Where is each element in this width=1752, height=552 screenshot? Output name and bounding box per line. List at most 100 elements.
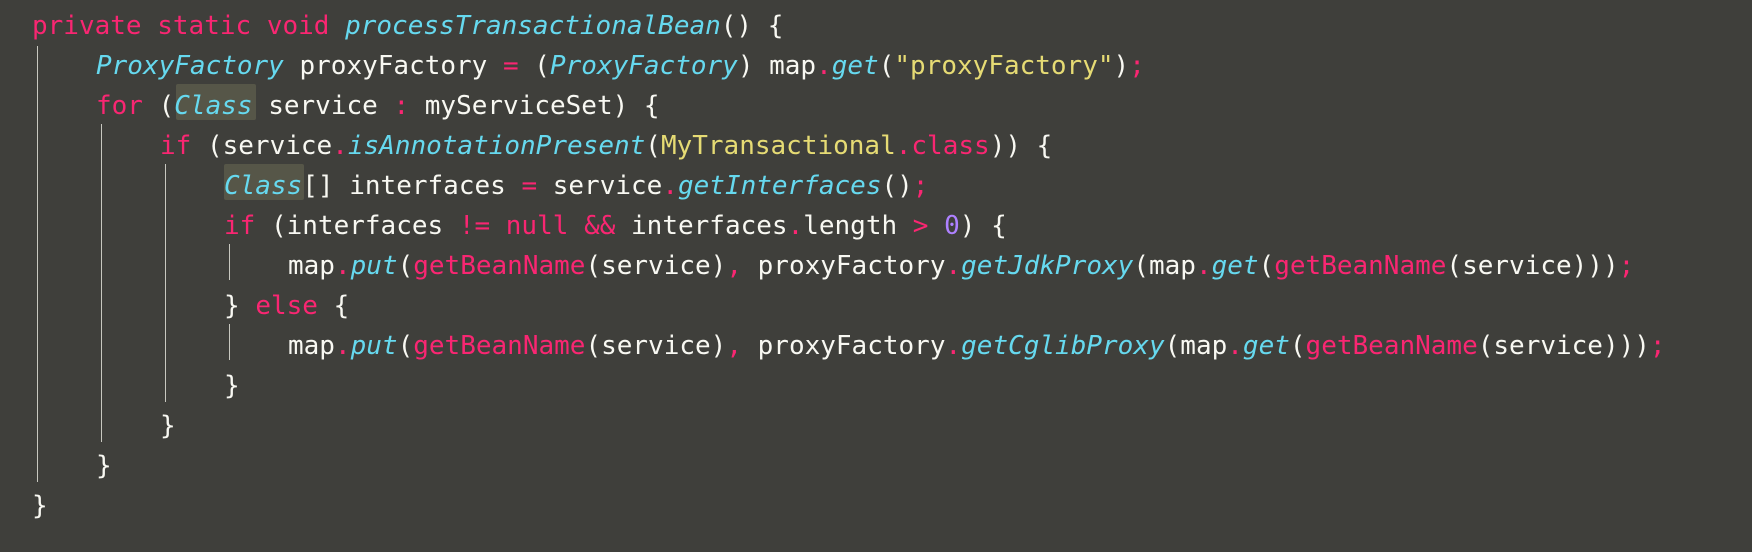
code-token: ) map [737,51,817,81]
code-token: = [521,171,538,201]
code-token: put [350,331,398,361]
code-token: (map [1164,331,1228,361]
indent-guide-level-2 [101,124,102,442]
code-line[interactable]: if (interfaces != null && interfaces.len… [224,206,1007,246]
code-token: ProxyFactory [549,51,738,81]
code-token: ( [645,131,661,161]
code-token: proxyFactory [283,51,503,81]
code-token: () [881,171,913,201]
code-token: class [911,131,990,161]
code-token: } [224,371,240,401]
code-token: { [317,291,350,321]
code-token: . [787,211,804,241]
code-line[interactable]: ProxyFactory proxyFactory = (ProxyFactor… [96,46,1145,86]
code-token: ( [397,251,414,281]
code-token: ( [518,51,550,81]
code-token: ( [1258,251,1275,281]
code-token: , [726,331,742,361]
code-token: . [332,131,348,161]
code-token: . [1227,331,1243,361]
code-token: ; [1129,51,1145,81]
code-token: (service) [585,331,727,361]
code-token: ; [1618,251,1635,281]
code-line[interactable]: } [160,406,176,446]
code-token: . [816,51,832,81]
code-line[interactable]: private static void processTransactional… [32,6,783,46]
code-token: > [912,211,929,241]
code-token: getInterfaces [677,171,882,201]
code-editor[interactable]: private static void processTransactional… [0,0,1752,552]
code-token: . [895,131,912,161]
code-token: . [945,251,962,281]
code-token: : [393,91,410,121]
code-line[interactable]: map.put(getBeanName(service), proxyFacto… [288,246,1634,286]
code-token: ) [1113,51,1130,81]
code-token: . [334,331,351,361]
code-token: . [662,171,678,201]
code-line[interactable]: } [32,486,48,526]
code-token: ; [912,171,929,201]
code-token: proxyFactory [741,251,946,281]
code-token: ) { [959,211,1007,241]
code-token: isAnnotationPresent [347,131,646,161]
indent-guide-level-3 [165,164,166,402]
code-token: put [350,251,398,281]
code-token: getCglibProxy [961,331,1165,361]
code-token: getBeanName [1274,251,1447,281]
indent-guide-level-1 [37,46,38,482]
code-token: . [1195,251,1212,281]
code-token: interfaces [615,211,788,241]
code-token: if [224,211,256,241]
code-token: ( [878,51,895,81]
code-token: } [96,451,112,481]
code-token: proxyFactory [741,331,946,361]
code-token: map [288,331,335,361]
code-token: (service))) [1446,251,1619,281]
indent-guide-level-4b [229,324,230,360]
code-token: } [32,491,48,521]
code-token: = [503,51,519,81]
code-token: 0 [944,211,960,241]
code-token: (interfaces [255,211,459,241]
code-token: myServiceSet) { [409,91,660,121]
code-token: service [252,91,394,121]
code-token: getBeanName [413,331,586,361]
code-token: length [803,211,913,241]
code-line[interactable]: map.put(getBeanName(service), proxyFacto… [288,326,1666,366]
code-token: getBeanName [1305,331,1478,361]
code-token: processTransactionalBean [345,11,721,41]
code-token: . [334,251,351,281]
code-line[interactable]: if (service.isAnnotationPresent(MyTransa… [160,126,1052,166]
code-token: (service))) [1477,331,1650,361]
code-line[interactable]: Class[] interfaces = service.getInterfac… [224,166,928,206]
code-token: ( [142,91,175,121]
code-token: getJdkProxy [961,251,1134,281]
code-line[interactable]: } else { [224,286,349,326]
code-token: ; [1649,331,1666,361]
code-token: Class [224,171,303,201]
code-token: "proxyFactory" [894,51,1114,81]
code-line[interactable]: } [96,446,112,486]
code-token: (service [191,131,333,161]
code-token: } [224,291,256,321]
code-line[interactable]: } [224,366,240,406]
code-token: ( [1289,331,1306,361]
code-token: map [288,251,335,281]
code-token: get [831,51,879,81]
code-token: ProxyFactory [96,51,284,81]
code-token: && [584,211,616,241]
code-line[interactable]: for (Class service : myServiceSet) { [96,86,660,126]
code-token: Class [174,91,253,121]
code-token: if [160,131,192,161]
code-token: get [1242,331,1290,361]
code-token: getBeanName [413,251,586,281]
code-token: . [945,331,962,361]
code-token: (service) [585,251,727,281]
code-token: private [32,11,142,41]
code-token: MyTransactional [660,131,896,161]
code-token: != [458,211,491,241]
